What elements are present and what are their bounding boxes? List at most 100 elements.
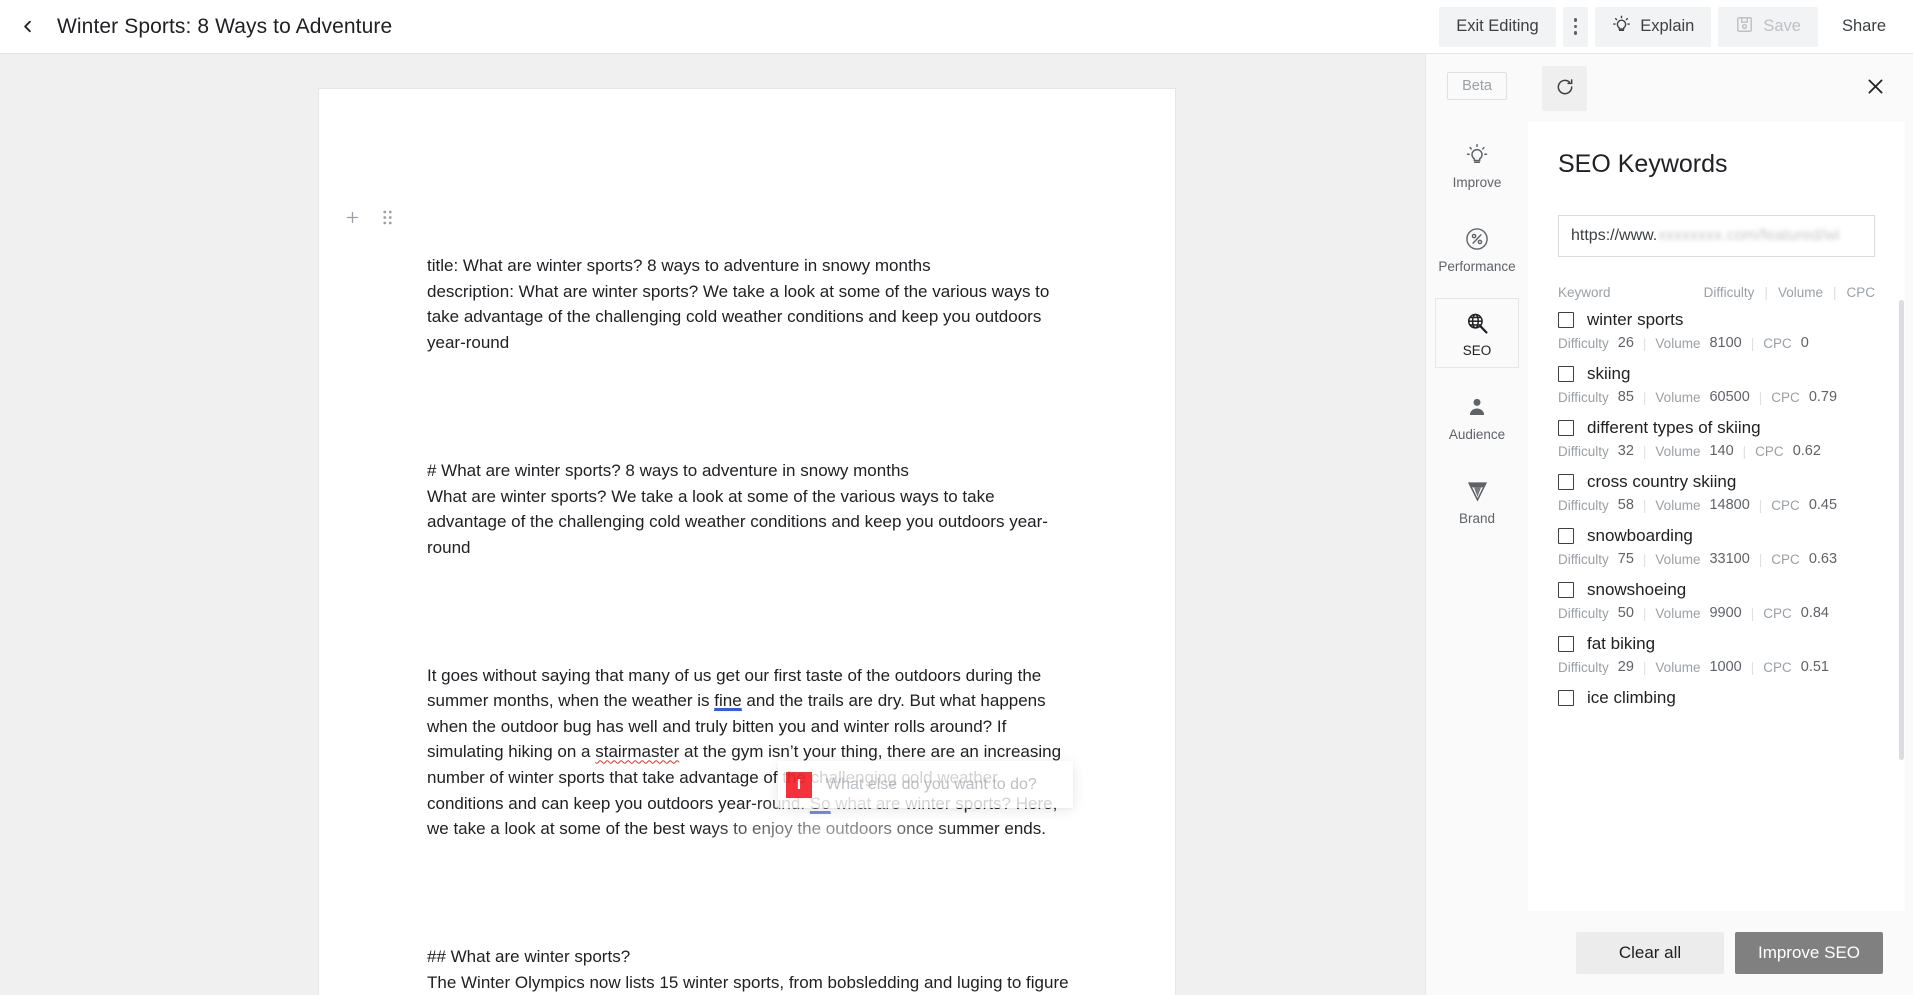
keyword-checkbox[interactable] [1558,312,1574,328]
top-bar: Winter Sports: 8 Ways to Adventure Exit … [0,0,1913,54]
metric-separator-2: | [1758,389,1763,405]
exit-editing-button[interactable]: Exit Editing [1439,6,1556,47]
paragraph-intro[interactable]: It goes without saying that many of us g… [427,663,1072,842]
save-button[interactable]: Save [1718,6,1818,47]
diamond-icon [1465,478,1490,504]
close-panel-button[interactable] [1855,68,1895,108]
metric-difficulty-label: Difficulty [1558,605,1609,621]
metric-volume-value: 8100 [1709,335,1742,351]
metric-separator-2: | [1742,443,1747,459]
document-editor[interactable]: title: What are winter sports? 8 ways to… [427,202,1072,995]
lightbulb-icon [1612,15,1631,39]
drag-dots-icon[interactable] [382,209,393,231]
keyword-checkbox[interactable] [1558,528,1574,544]
keyword-row-6[interactable]: fat biking Difficulty 29 | Volume 1000 | C… [1558,634,1875,675]
metric-volume-value: 14800 [1709,497,1750,513]
metric-difficulty-label: Difficulty [1558,659,1609,675]
seo-keywords-card: SEO Keywords https://www. xxxxxxxx.com/fe… [1528,122,1905,911]
keyword-table-header: Keyword Difficulty | Volume | CPC [1528,257,1905,300]
paragraph-frontmatter[interactable]: title: What are winter sports? 8 ways to… [427,253,1072,355]
rail-label-improve: Improve [1452,175,1502,190]
rail-item-brand[interactable]: Brand [1435,466,1519,536]
metric-difficulty-label: Difficulty [1558,389,1609,405]
metric-cpc-value: 0.79 [1808,389,1838,405]
paragraph-h1-block[interactable]: # What are winter sports? 8 ways to adve… [427,458,1072,560]
close-icon [1865,76,1886,100]
beta-badge: Beta [1447,72,1507,100]
markdown-h1: # What are winter sports? 8 ways to adve… [427,460,909,480]
keyword-checkbox[interactable] [1558,366,1574,382]
metric-cpc-label: CPC [1771,551,1800,567]
metric-difficulty-value: 32 [1617,443,1634,459]
metric-difficulty-value: 85 [1617,389,1634,405]
more-options-button[interactable] [1562,6,1589,47]
keyword-row-3[interactable]: cross country skiing Difficulty 58 | Volu… [1558,472,1875,513]
metric-difficulty-label: Difficulty [1558,497,1609,513]
keyword-row-5[interactable]: snowshoeing Difficulty 50 | Volume 9900 | … [1558,580,1875,621]
keyword-row-2[interactable]: different types of skiing Difficulty 32 |… [1558,418,1875,459]
seo-panel-footer: Clear all Improve SEO [1528,911,1913,995]
keyword-metrics: Difficulty 85 | Volume 60500 | CPC 0.79 [1558,389,1875,405]
metric-separator-2: | [1750,605,1755,621]
keyword-label: snowshoeing [1587,580,1687,599]
panel-icon-rail: Beta Improve Performance SEO Audience Br… [1426,54,1528,995]
lightbulb-icon [1465,142,1489,168]
metric-difficulty-label: Difficulty [1558,551,1609,567]
floating-prompt-bar[interactable]: I [778,761,1073,808]
column-separator-2: | [1832,285,1837,300]
keyword-checkbox[interactable] [1558,420,1574,436]
metric-volume-value: 1000 [1709,659,1742,675]
page-url-input[interactable]: https://www. xxxxxxxx.com/featured/wi [1558,215,1875,257]
keyword-row-1[interactable]: skiing Difficulty 85 | Volume 60500 | CPC 0… [1558,364,1875,405]
floppy-disk-icon [1735,15,1754,39]
metric-volume-label: Volume [1655,659,1701,675]
metric-cpc-value: 0.45 [1808,497,1838,513]
keyword-checkbox[interactable] [1558,690,1574,706]
globe-search-icon [1465,310,1490,336]
keyword-checkbox[interactable] [1558,474,1574,490]
document-page[interactable]: title: What are winter sports? 8 ways to… [319,89,1175,995]
h1-body-line: What are winter sports? We take a look a… [427,486,1048,557]
keyword-metrics: Difficulty 50 | Volume 9900 | CPC 0.84 [1558,605,1875,621]
rail-label-performance: Performance [1438,259,1516,274]
panel-scrollbar[interactable] [1899,300,1904,760]
keyword-label: snowboarding [1587,526,1693,545]
clear-all-button[interactable]: Clear all [1576,932,1724,974]
keyword-label: winter sports [1587,310,1684,329]
improve-seo-button[interactable]: Improve SEO [1735,932,1883,974]
save-label: Save [1763,17,1801,35]
keyword-metrics: Difficulty 32 | Volume 140 | CPC 0.62 [1558,443,1875,459]
rail-item-audience[interactable]: Audience [1435,382,1519,452]
keyword-checkbox[interactable] [1558,582,1574,598]
chevron-left-icon [18,17,37,36]
keyword-checkbox[interactable] [1558,636,1574,652]
metric-volume-label: Volume [1655,443,1701,459]
section-text-a: The Winter Olympics now lists 15 winter … [427,972,1069,992]
keyword-label: different types of skiing [1587,418,1761,437]
suggestion-link-fine[interactable]: fine [714,691,742,712]
keyword-row-7[interactable]: ice climbing | | [1558,688,1875,708]
refresh-button[interactable] [1542,65,1587,111]
share-button[interactable]: Share [1825,7,1903,47]
rail-item-performance[interactable]: Performance [1435,214,1519,284]
prompt-input[interactable] [826,775,1056,794]
rail-label-audience: Audience [1448,427,1506,442]
metric-cpc-value: 0.84 [1800,605,1829,621]
keyword-list[interactable]: winter sports Difficulty 26 | Volume 8100 … [1528,300,1905,911]
metric-cpc-value: 0.51 [1800,659,1829,675]
metric-difficulty-value: 75 [1617,551,1634,567]
paragraph-what-are-winter-sports[interactable]: ## What are winter sports? The Winter Oly… [427,944,1072,995]
rail-item-seo[interactable]: SEO [1435,298,1519,368]
seo-side-panel: Beta Improve Performance SEO Audience Br… [1425,54,1913,995]
spellcheck-stairmaster[interactable]: stairmaster [595,742,679,761]
plus-icon[interactable] [344,209,361,231]
keyword-row-4[interactable]: snowboarding Difficulty 75 | Volume 33100 … [1558,526,1875,567]
rail-item-improve[interactable]: Improve [1435,130,1519,200]
seo-panel-title: SEO Keywords [1558,150,1728,178]
metric-separator-1: | [1642,389,1647,405]
explain-button[interactable]: Explain [1595,6,1712,47]
keyword-row-0[interactable]: winter sports Difficulty 26 | Volume 8100 … [1558,310,1875,351]
keyword-label: skiing [1587,364,1631,383]
keyword-label: fat biking [1587,634,1656,653]
back-button[interactable] [0,0,54,54]
